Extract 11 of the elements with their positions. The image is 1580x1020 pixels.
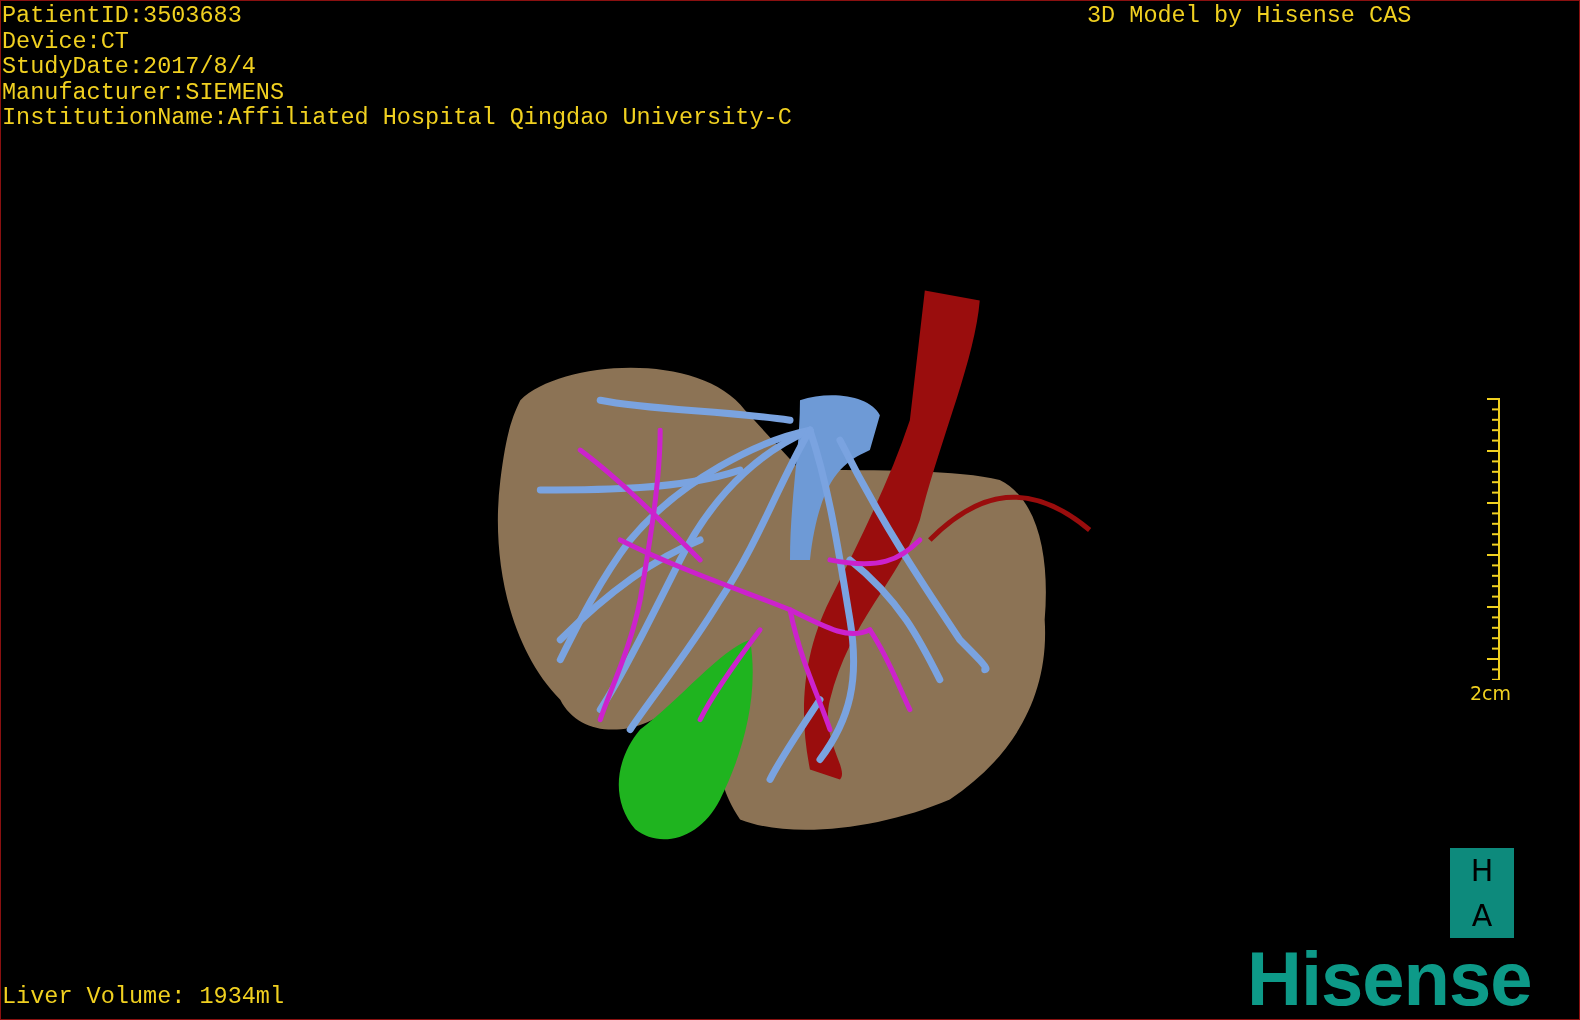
model-title: 3D Model by Hisense CAS — [1087, 3, 1412, 29]
brand-logo: Hisense — [1247, 939, 1532, 1019]
orientation-bottom-letter: A — [1471, 899, 1493, 932]
study-info-text: Manufacturer:SIEMENS — [2, 79, 286, 105]
liver-volume-text: Liver Volume: 1934ml — [2, 984, 285, 1010]
scale-label: 2cm — [1469, 682, 1511, 704]
study-info-text: InstitutionName:Affiliated Hospital Qingdao University-C — [2, 105, 792, 131]
study-info-text: PatientID:3503683 — [2, 3, 243, 29]
study-info-text: StudyDate:2017/8/4 — [2, 54, 257, 80]
study-info-text: Device:CT — [2, 28, 130, 54]
orientation-top-letter: H — [1470, 854, 1494, 887]
